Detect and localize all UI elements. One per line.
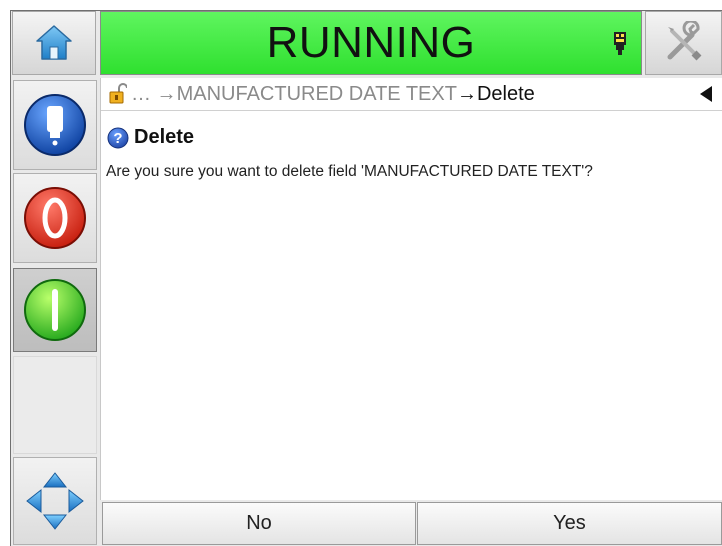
ink-icon [24,94,86,156]
home-button[interactable] [12,11,96,75]
stop-button[interactable] [13,173,97,263]
dialog-title: ? Delete [107,126,194,149]
side-empty-slot [13,356,97,454]
tools-button[interactable] [645,11,722,75]
breadcrumb-field[interactable]: MANUFACTURED DATE TEXT [177,83,457,106]
breadcrumb-current: Delete [476,82,535,105]
unlocked-padlock-icon [109,83,127,104]
breadcrumb-ellipsis[interactable]: … [131,83,151,106]
navigation-button[interactable] [13,457,97,545]
back-arrow-icon[interactable] [699,85,713,103]
breadcrumb: … → MANUFACTURED DATE TEXT → Delete [101,78,722,111]
printhead-icon [614,32,626,55]
dialog-message: Are you sure you want to delete field 'M… [106,163,593,180]
question-icon: ? [107,127,129,148]
stop-icon [24,187,86,249]
ink-button[interactable] [13,80,97,170]
tools-icon [667,21,701,61]
breadcrumb-arrow-icon: → [151,82,177,105]
svg-text:?: ? [113,130,122,147]
status-text: RUNNING [266,18,476,67]
home-icon [36,25,72,60]
dialog-title-text: Delete [134,126,195,148]
breadcrumb-arrow-icon: → [456,82,477,105]
no-button[interactable]: No [102,502,416,545]
status-bar: RUNNING [100,11,642,75]
navigation-arrows-icon [26,472,84,530]
yes-button[interactable]: Yes [417,502,722,545]
content-area: … → MANUFACTURED DATE TEXT → Delete ? De… [100,78,722,500]
start-icon [24,279,86,341]
start-button[interactable] [13,268,97,352]
